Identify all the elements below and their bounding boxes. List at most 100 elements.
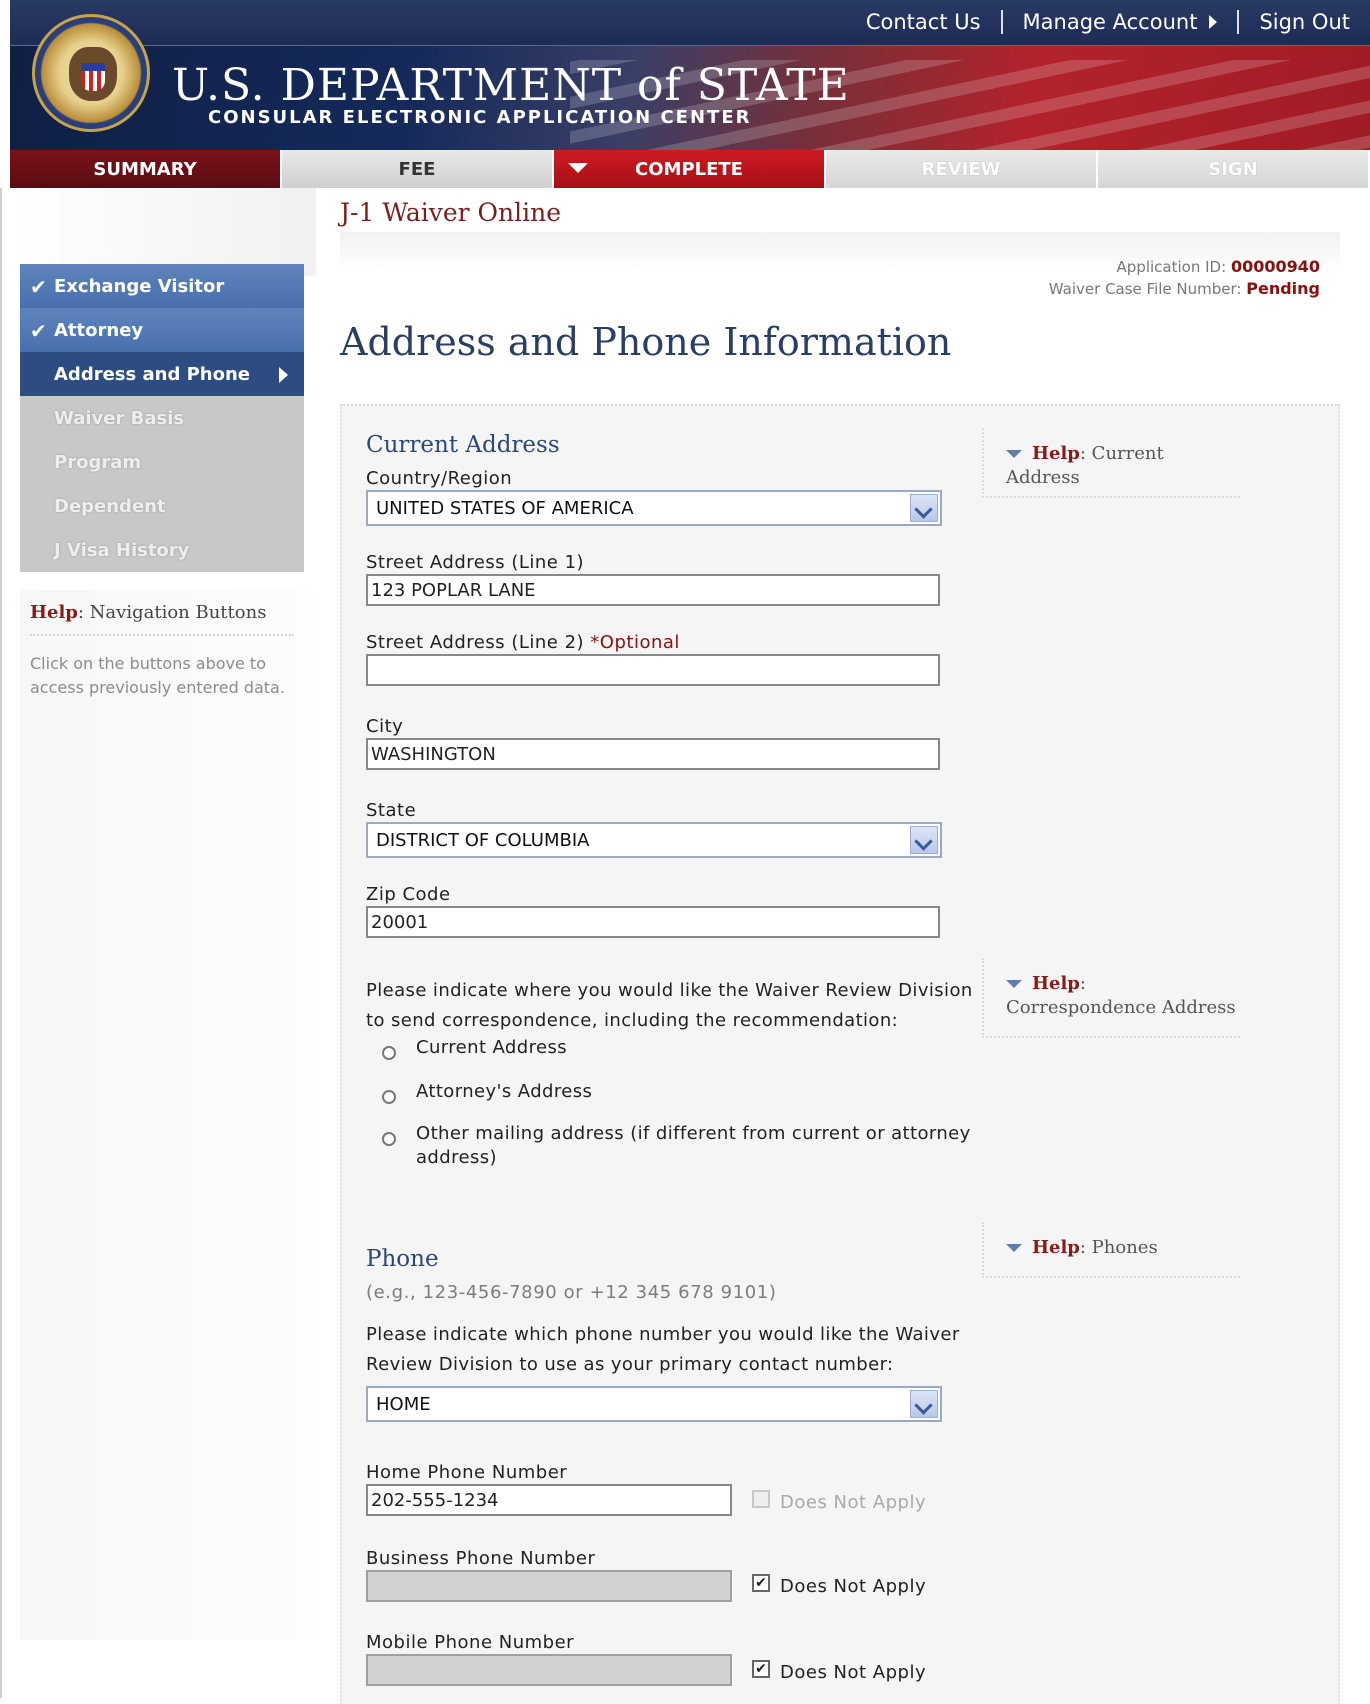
- sidebar-item-label: Waiver Basis: [54, 407, 185, 429]
- step-fee[interactable]: FEE: [282, 150, 554, 188]
- shield-icon: [81, 63, 105, 91]
- sidebar: ✔ Exchange Visitor ✔ Attorney Address an…: [10, 188, 316, 1698]
- business-does-not-apply-checkbox[interactable]: ✔: [752, 1574, 770, 1592]
- help-phones[interactable]: Help: Phones: [982, 1222, 1240, 1278]
- correspondence-prompt: Please indicate where you would like the…: [366, 976, 986, 1036]
- sidebar-item-label: Dependent: [54, 495, 166, 517]
- step-complete-label: COMPLETE: [635, 158, 743, 180]
- country-select-value: UNITED STATES OF AMERICA: [376, 498, 634, 519]
- divider: [1237, 10, 1240, 34]
- help-prefix: Help: [1032, 443, 1080, 464]
- street1-input[interactable]: 123 POPLAR LANE: [366, 574, 940, 606]
- primary-phone-prompt-line1: Please indicate which phone number you w…: [366, 1324, 960, 1345]
- case-file-label: Waiver Case File Number:: [1048, 280, 1242, 298]
- step-review: REVIEW: [826, 150, 1098, 188]
- chevron-down-icon[interactable]: [910, 1390, 938, 1418]
- contact-us-link[interactable]: Contact Us: [866, 10, 981, 34]
- step-summary[interactable]: SUMMARY: [10, 150, 282, 188]
- state-select-value: DISTRICT OF COLUMBIA: [376, 830, 590, 851]
- divider: [30, 634, 294, 636]
- site-header: Contact Us Manage Account Sign Out U.S. …: [10, 0, 1370, 150]
- radio-current-address[interactable]: [382, 1046, 396, 1060]
- help-prefix: Help: [1032, 1237, 1080, 1258]
- help-topic: : Navigation Buttons: [77, 602, 267, 623]
- help-correspondence-address[interactable]: Help: Correspondence Address: [982, 958, 1240, 1038]
- business-phone-input[interactable]: [366, 1570, 732, 1602]
- zip-label: Zip Code: [366, 884, 451, 905]
- navigation-help-title: Help: Navigation Buttons: [30, 602, 266, 623]
- caret-down-icon: [568, 163, 588, 173]
- divider: [1000, 10, 1003, 34]
- sign-out-link[interactable]: Sign Out: [1259, 10, 1350, 34]
- checkmark-icon: ✔: [30, 275, 47, 299]
- city-input[interactable]: WASHINGTON: [366, 738, 940, 770]
- help-current-address[interactable]: Help: Current Address: [982, 428, 1240, 498]
- zip-input[interactable]: 20001: [366, 906, 940, 938]
- sidebar-item-address-and-phone[interactable]: Address and Phone: [20, 352, 304, 398]
- application-id-label: Application ID:: [1116, 258, 1227, 276]
- application-id-block: Application ID: 00000940 Waiver Case Fil…: [1049, 256, 1320, 300]
- triangle-down-icon: [1006, 450, 1022, 458]
- navigation-help-text: Click on the buttons above to access pre…: [30, 654, 285, 697]
- city-label: City: [366, 716, 404, 737]
- sidebar-item-label: Attorney: [54, 319, 144, 341]
- sidebar-header-fade: [10, 188, 316, 276]
- mobile-does-not-apply-checkbox[interactable]: ✔: [752, 1660, 770, 1678]
- primary-phone-prompt-line2: Review Division to use as your primary c…: [366, 1354, 894, 1375]
- arrow-right-icon: [279, 367, 288, 383]
- help-prefix: Help: [1032, 973, 1080, 994]
- page-left-border: [0, 188, 2, 1698]
- home-phone-input[interactable]: 202-555-1234: [366, 1484, 732, 1516]
- phone-heading: Phone: [366, 1246, 439, 1272]
- help-prefix: Help: [30, 602, 78, 623]
- department-title: U.S. DEPARTMENT of STATE: [172, 60, 850, 111]
- home-does-not-apply-checkbox: [752, 1490, 770, 1508]
- mobile-does-not-apply-label: Does Not Apply: [780, 1662, 927, 1683]
- sidebar-item-j-visa-history: J Visa History: [20, 528, 304, 574]
- mobile-phone-label: Mobile Phone Number: [366, 1632, 575, 1653]
- street1-label: Street Address (Line 1): [366, 552, 585, 573]
- sidebar-item-dependent: Dependent: [20, 484, 304, 530]
- step-sign: SIGN: [1098, 150, 1370, 188]
- sidebar-item-attorney[interactable]: ✔ Attorney: [20, 308, 304, 354]
- sidebar-item-label: Program: [54, 451, 142, 473]
- manage-account-link[interactable]: Manage Account: [1023, 10, 1198, 34]
- phone-format-hint: (e.g., 123-456-7890 or +12 345 678 9101): [366, 1282, 777, 1303]
- sidebar-item-label: Exchange Visitor: [54, 275, 225, 297]
- chevron-down-icon[interactable]: [910, 494, 938, 522]
- country-label: Country/Region: [366, 468, 513, 489]
- mobile-phone-input[interactable]: [366, 1654, 732, 1686]
- caret-right-icon: [1209, 15, 1218, 29]
- radio-other-address-label: Other mailing address (if different from…: [416, 1123, 971, 1168]
- correspondence-prompt-line1: Please indicate where you would like the…: [366, 980, 973, 1001]
- utility-links: Contact Us Manage Account Sign Out: [866, 10, 1350, 34]
- country-select[interactable]: UNITED STATES OF AMERICA: [366, 490, 942, 526]
- street2-label: Street Address (Line 2) *Optional: [366, 632, 680, 653]
- application-id-value: 00000940: [1230, 257, 1320, 276]
- form-panel: Current Address Country/Region UNITED ST…: [340, 404, 1340, 1704]
- help-topic: : Current Address: [1006, 443, 1164, 488]
- state-label: State: [366, 800, 417, 821]
- navigation-help-box: Help: Navigation Buttons Click on the bu…: [20, 590, 314, 1640]
- sidebar-item-exchange-visitor[interactable]: ✔ Exchange Visitor: [20, 264, 304, 310]
- primary-phone-select[interactable]: HOME: [366, 1386, 942, 1422]
- business-phone-label: Business Phone Number: [366, 1548, 596, 1569]
- street2-input[interactable]: [366, 654, 940, 686]
- triangle-down-icon: [1006, 980, 1022, 988]
- street2-label-text: Street Address (Line 2): [366, 632, 585, 653]
- sidebar-item-label: Address and Phone: [54, 363, 250, 385]
- step-complete[interactable]: COMPLETE: [554, 150, 826, 188]
- correspondence-prompt-line2: to send correspondence, including the re…: [366, 1010, 899, 1031]
- radio-other-address[interactable]: [382, 1132, 396, 1146]
- optional-marker: *Optional: [590, 632, 680, 653]
- page-title: Address and Phone Information: [340, 320, 952, 364]
- chevron-down-icon[interactable]: [910, 826, 938, 854]
- radio-current-address-label: Current Address: [416, 1037, 568, 1058]
- checkmark-icon: ✔: [30, 319, 47, 343]
- triangle-down-icon: [1006, 1244, 1022, 1252]
- state-select[interactable]: DISTRICT OF COLUMBIA: [366, 822, 942, 858]
- sidebar-item-label: J Visa History: [54, 539, 190, 561]
- radio-attorney-address[interactable]: [382, 1090, 396, 1104]
- business-does-not-apply-label: Does Not Apply: [780, 1576, 927, 1597]
- sidebar-item-waiver-basis: Waiver Basis: [20, 396, 304, 442]
